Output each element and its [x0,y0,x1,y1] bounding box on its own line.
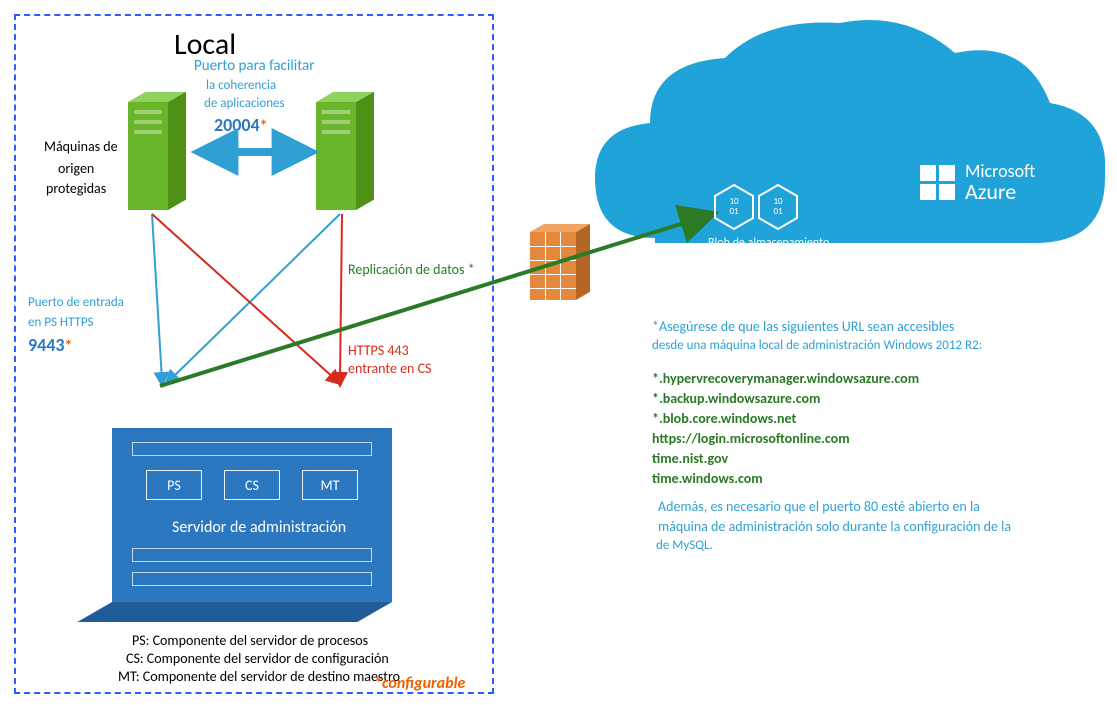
blob-storage-label: Blob de almacenamiento [708,236,829,250]
azure-logo: Microsoft Azure [920,160,1035,205]
hex-icon-2: 1001 [758,184,798,230]
mgmt-box-ps: PS [146,470,202,500]
mgmt-box-cs: CS [224,470,280,500]
inbound-ps-label-2: en PS HTTPS [28,315,94,331]
configurable-label: *configurable [374,674,465,694]
url-2: *.blob.core.windows.net [652,408,796,429]
source-machines-label-line3: protegidas [46,180,106,198]
firewall-icon [530,224,590,300]
legend-ps: PS: Componente del servidor de procesos [132,632,368,650]
url-1: *.backup.windowsazure.com [652,388,820,409]
server-right [316,92,374,210]
url-3: https://login.microsoftonline.com [652,428,850,449]
windows-icon [920,165,955,200]
inbound-ps-label-1: Puerto de entrada [28,295,124,311]
url-4: time.nist.gov [652,448,728,469]
mgmt-label: Servidor de administración [172,518,346,537]
app-port-number: 20004* [214,114,268,137]
legend-mt: MT: Componente del servidor de destino m… [118,668,400,686]
replication-label: Replicación de datos * [348,261,475,279]
https-cs-label-1: HTTPS 443 [348,342,409,360]
note-extra-1: Además, es necesario que el puerto 80 es… [658,498,980,516]
mgmt-box-mt: MT [302,470,358,500]
inbound-ps-port: 9443* [28,334,72,357]
management-server: PS CS MT Servidor de administración [112,428,392,602]
app-port-label-1: Puerto para facilitar [194,57,314,76]
note-extra-2: máquina de administración solo durante l… [658,518,1011,536]
source-machines-label-line2: origen [58,160,94,178]
note-extra-3: de MySQL. [656,538,713,554]
hex-icon-1: 1001 [714,184,754,230]
app-port-label-2: la coherencia [206,78,276,94]
url-5: time.windows.com [652,468,763,489]
url-0: *.hypervrecoverymanager.windowsazure.com [652,368,919,389]
note-intro-2: desde una máquina local de administració… [652,338,982,354]
note-intro-1: *Asegúrese de que las siguientes URL sea… [652,318,954,336]
app-port-label-3: de aplicaciones [204,96,285,112]
svg-text:01: 01 [773,206,783,217]
server-left [128,92,186,210]
https-cs-label-2: entrante en CS [348,360,431,378]
legend-cs: CS: Componente del servidor de configura… [126,650,389,668]
source-machines-label-line1: Máquinas de [44,138,118,156]
svg-text:01: 01 [729,206,739,217]
